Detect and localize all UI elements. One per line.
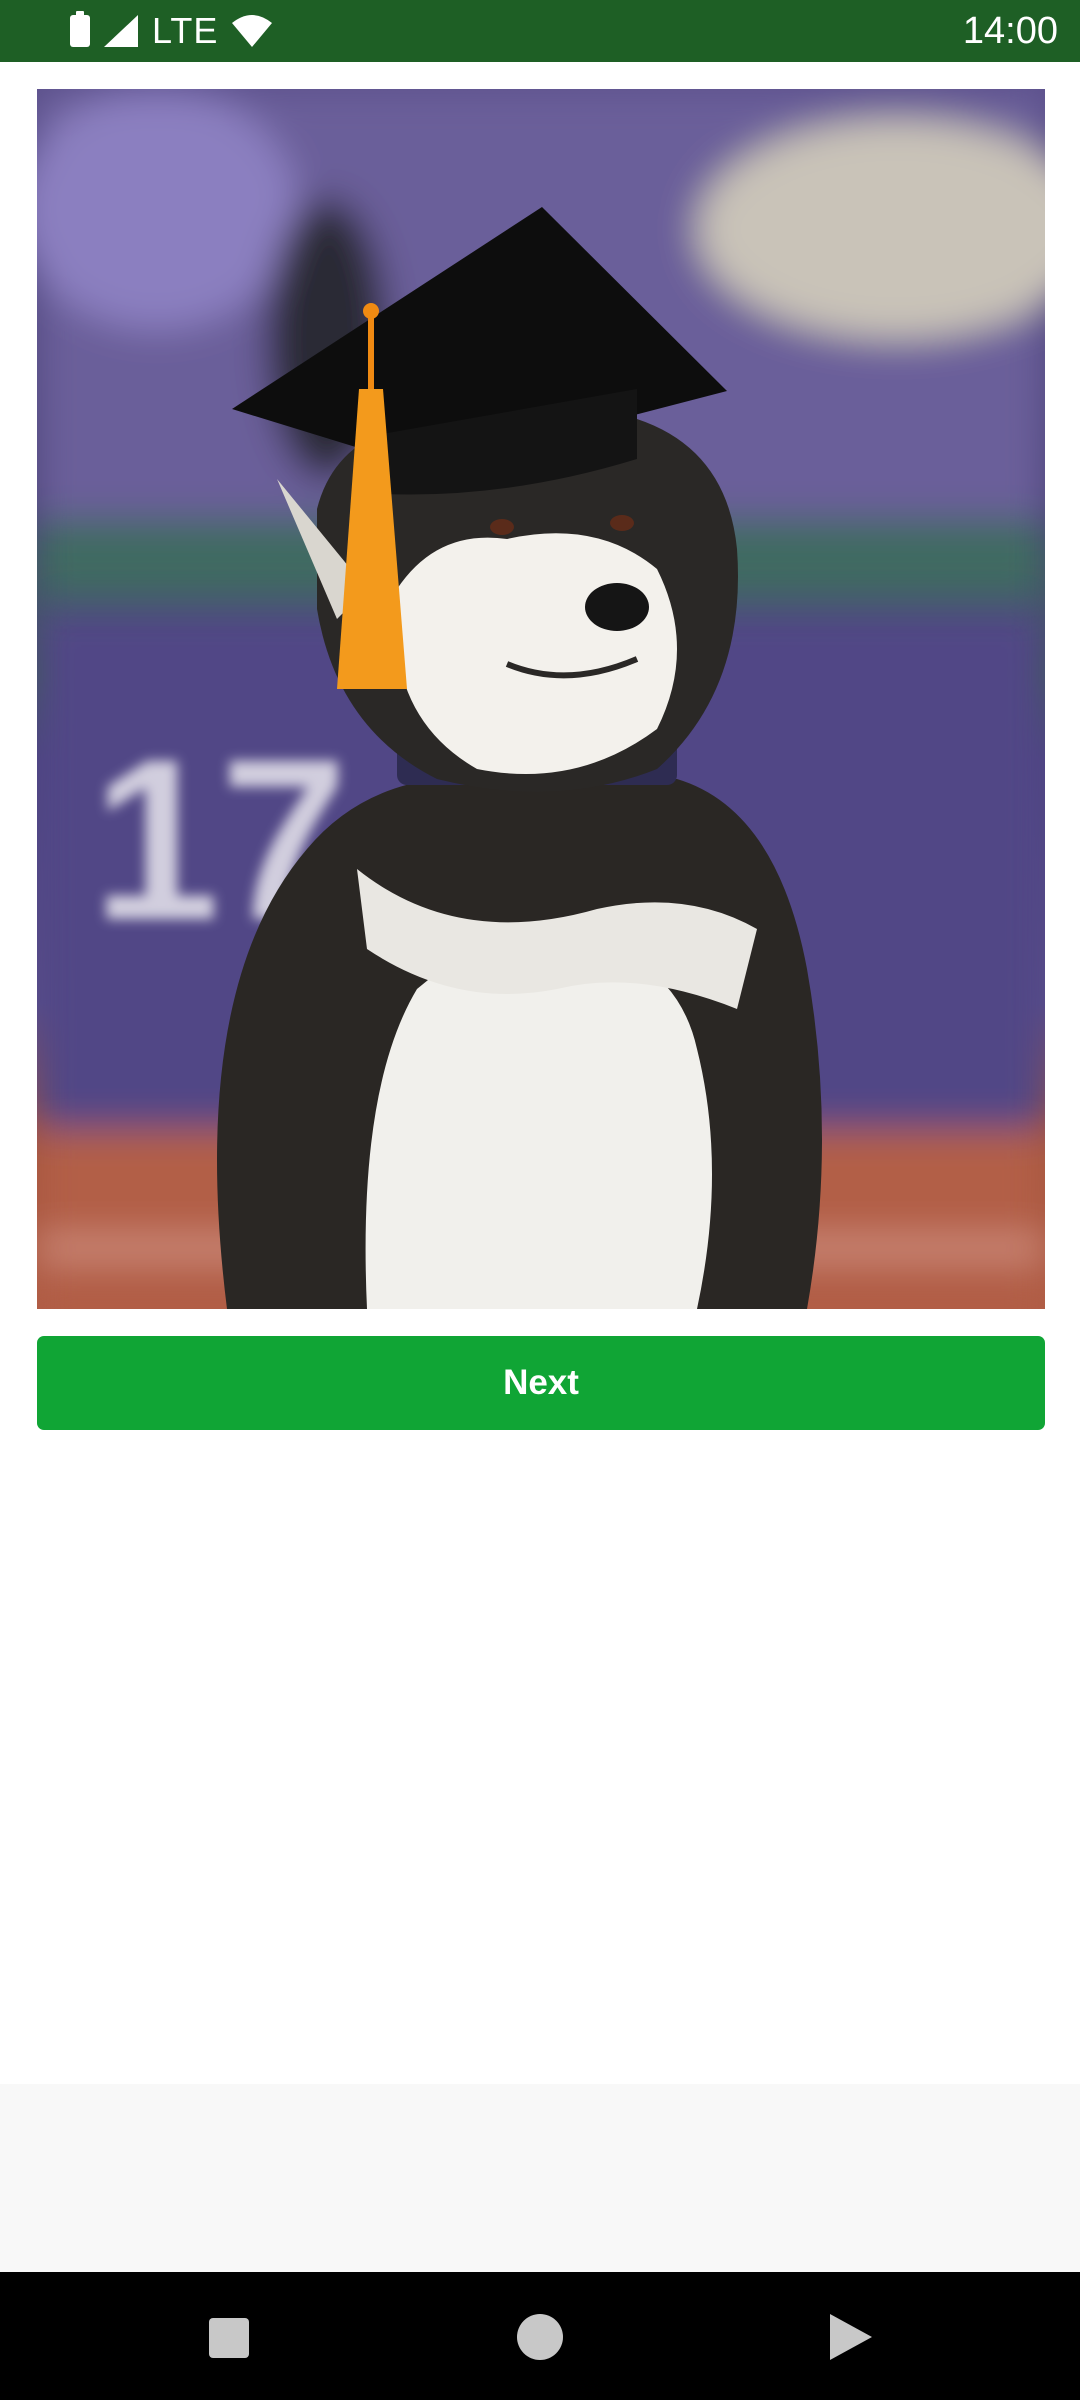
wifi-icon	[232, 15, 273, 47]
network-type: LTE	[152, 10, 219, 51]
signal-icon	[104, 15, 138, 47]
status-bar: LTE 14:00	[0, 0, 1080, 62]
next-button[interactable]: Next	[37, 1336, 1045, 1430]
battery-icon	[70, 11, 90, 47]
status-indicators: LTE	[70, 10, 273, 52]
dog-graduation-photo: 17	[37, 89, 1045, 1309]
back-icon[interactable]	[830, 2314, 872, 2360]
home-icon[interactable]	[517, 2314, 563, 2360]
bottom-panel	[0, 2084, 1080, 2272]
navigation-bar	[0, 2272, 1080, 2400]
recent-apps-icon[interactable]	[209, 2318, 249, 2358]
clock: 14:00	[962, 10, 1058, 52]
photo-illustration: 17	[37, 89, 1045, 1309]
